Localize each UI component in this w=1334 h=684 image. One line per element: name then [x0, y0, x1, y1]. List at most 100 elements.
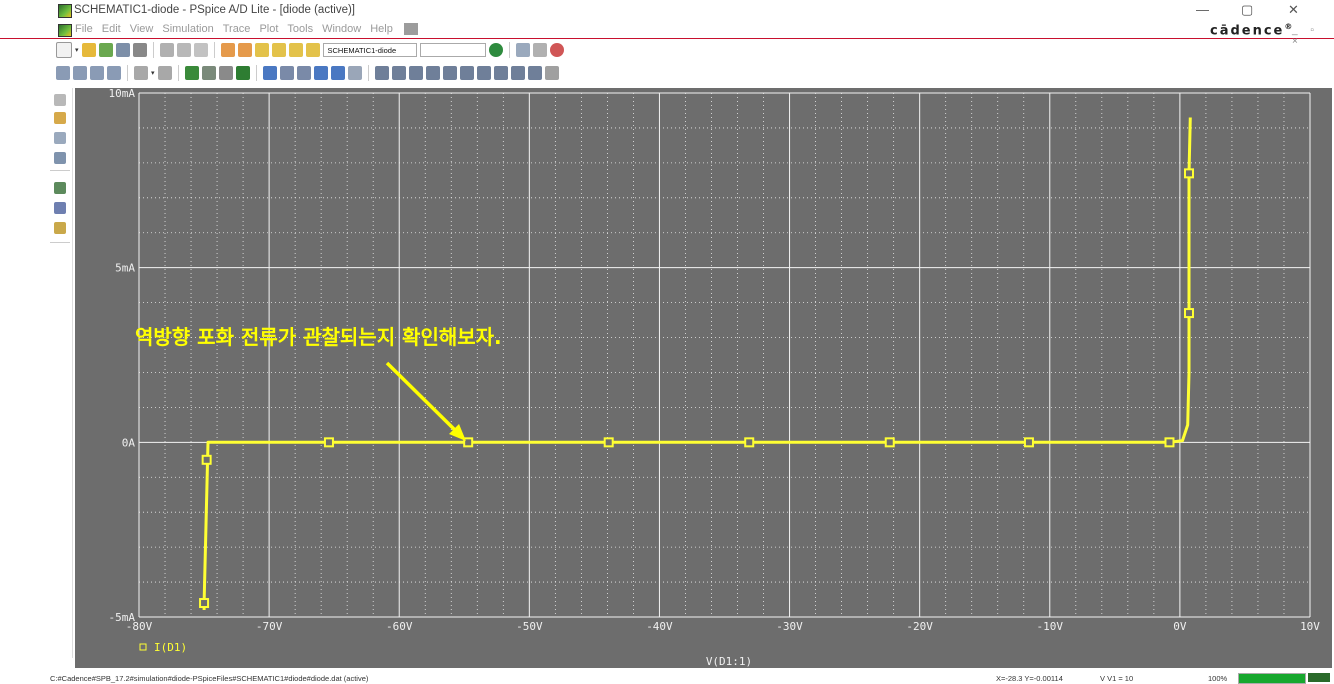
fourier-icon[interactable]	[184, 66, 199, 80]
menu-tools[interactable]: Tools	[287, 23, 313, 35]
zoom-fit-icon[interactable]	[107, 66, 121, 80]
x-tick-label: -40V	[646, 620, 673, 633]
legend-marker	[139, 643, 147, 651]
menu-window[interactable]: Window	[322, 23, 361, 35]
open-folder-icon[interactable]	[81, 43, 96, 57]
waveform-icon[interactable]	[54, 152, 66, 164]
next-level-icon[interactable]	[442, 66, 457, 80]
dropdown-arrow-icon[interactable]: ▾	[151, 69, 155, 77]
help-icon[interactable]	[54, 222, 66, 234]
x-tick-label: -20V	[906, 620, 933, 633]
trace-marker	[884, 437, 895, 448]
zoom-area-icon[interactable]	[90, 66, 104, 80]
marker-icon[interactable]	[271, 43, 286, 57]
cursor-min-icon[interactable]	[330, 66, 345, 80]
pspice-app-icon	[58, 4, 72, 18]
comment-icon[interactable]	[54, 94, 66, 106]
document-icon[interactable]	[58, 24, 72, 37]
add-trace-icon[interactable]	[218, 66, 233, 80]
trace-marker	[201, 454, 212, 465]
performance-analysis-icon[interactable]	[201, 66, 216, 80]
print-icon[interactable]	[132, 43, 147, 57]
trace-marker	[603, 437, 614, 448]
measure-icon[interactable]	[54, 182, 66, 194]
copy-icon[interactable]	[176, 43, 191, 57]
paste-icon[interactable]	[193, 43, 208, 57]
undo-icon[interactable]	[220, 43, 235, 57]
close-button[interactable]: ✕	[1288, 2, 1299, 18]
zoom-in-icon[interactable]	[56, 66, 70, 80]
snap-to-point-icon[interactable]	[527, 66, 542, 80]
menu-trace[interactable]: Trace	[223, 23, 251, 35]
trace-legend[interactable]: I(D1)	[139, 641, 187, 654]
menu-extra-box[interactable]	[403, 23, 418, 35]
eval-goal-function-icon[interactable]	[235, 66, 250, 80]
title-bar: SCHEMATIC1-diode - PSpice A/D Lite - [di…	[0, 0, 1334, 22]
view-output-icon[interactable]	[515, 43, 530, 57]
log-y-axis-icon[interactable]	[157, 66, 172, 80]
open-project-icon[interactable]	[98, 43, 113, 57]
minimize-button[interactable]: —	[1196, 2, 1209, 17]
status-source-value: V V1 = 10	[1100, 674, 1134, 683]
mdi-window-controls[interactable]: _ ▫ ×	[1292, 25, 1334, 47]
plot-window[interactable]: -80V -70V -60V -50V -40V -30V -20V -10V 0V 10V -5m…	[75, 88, 1332, 668]
menu-file[interactable]: File	[75, 23, 93, 35]
menu-simulation[interactable]: Simulation	[162, 23, 213, 35]
log-x-axis-icon[interactable]	[134, 66, 148, 80]
cursor-trough-icon[interactable]	[296, 66, 311, 80]
toolbar-separator	[127, 65, 128, 81]
trace-marker	[199, 598, 210, 609]
menu-view[interactable]: View	[130, 23, 154, 35]
save-icon[interactable]	[115, 43, 130, 57]
view-simulation-icon[interactable]	[532, 43, 547, 57]
menu-edit[interactable]: Edit	[102, 23, 121, 35]
simulation-profile-select[interactable]: SCHEMATIC1-diode	[322, 43, 417, 57]
redo-icon[interactable]	[237, 43, 252, 57]
stop-simulation-icon[interactable]	[549, 43, 564, 57]
y-tick-label: -5mA	[109, 611, 136, 624]
search-input[interactable]	[419, 43, 486, 57]
annotation-layer: 역방향 포화 전류가 관찰되는지 확인해보자.	[135, 325, 502, 441]
plot-settings-icon[interactable]	[544, 66, 559, 80]
menu-bar: File Edit View Simulation Trace Plot Tools Wind…	[0, 22, 1334, 47]
x-tick-label: -10V	[1037, 620, 1064, 633]
legend-label: I(D1)	[154, 641, 187, 654]
annotation-text: 역방향 포화 전류가 관찰되는지 확인해보자.	[135, 325, 502, 349]
cursor-search-icon[interactable]	[391, 66, 406, 80]
toolbar-separator	[367, 65, 369, 81]
cut-icon[interactable]	[159, 43, 174, 57]
notes-icon[interactable]	[54, 112, 66, 124]
dropdown-arrow-icon[interactable]: ▾	[75, 46, 79, 54]
cursor-slope-icon[interactable]	[313, 66, 328, 80]
next-transition-icon[interactable]	[408, 66, 423, 80]
cursor-peak-icon[interactable]	[279, 66, 294, 80]
x-axis-label: V(D1:1)	[706, 655, 752, 668]
main-toolbar: ▾ SCHEMATIC1-diode	[56, 39, 564, 61]
cursor-max-icon[interactable]	[347, 66, 362, 80]
netlist-icon[interactable]	[54, 132, 66, 144]
y-tick-label: 0A	[122, 436, 136, 449]
current-marker-icon[interactable]	[305, 43, 320, 57]
mark-data-icon[interactable]	[493, 66, 508, 80]
cursor-point-icon[interactable]	[374, 66, 389, 80]
previous-level-icon[interactable]	[459, 66, 474, 80]
edit-profile-icon[interactable]	[54, 202, 66, 214]
trace-marker	[744, 437, 755, 448]
menu-help[interactable]: Help	[370, 23, 393, 35]
menu-plot[interactable]: Plot	[259, 23, 278, 35]
zoom-out-icon[interactable]	[73, 66, 87, 80]
mark-label-icon[interactable]	[476, 66, 491, 80]
toggle-cursor-icon[interactable]	[262, 66, 277, 80]
maximize-button[interactable]: ▢	[1241, 2, 1253, 18]
probe-icon[interactable]	[254, 43, 269, 57]
trace-layer	[199, 117, 1194, 610]
run-simulation-icon[interactable]	[488, 43, 503, 57]
trace-marker	[1183, 168, 1194, 179]
voltage-marker-icon[interactable]	[288, 43, 303, 57]
window-title: SCHEMATIC1-diode - PSpice A/D Lite - [di…	[74, 4, 356, 16]
plot-grid	[138, 92, 1311, 618]
previous-transition-icon[interactable]	[425, 66, 440, 80]
new-file-icon[interactable]	[56, 42, 72, 58]
iv-plot[interactable]: -80V -70V -60V -50V -40V -30V -20V -10V 0V 10V-5m…	[75, 88, 1332, 668]
mark-all-icon[interactable]	[510, 66, 525, 80]
